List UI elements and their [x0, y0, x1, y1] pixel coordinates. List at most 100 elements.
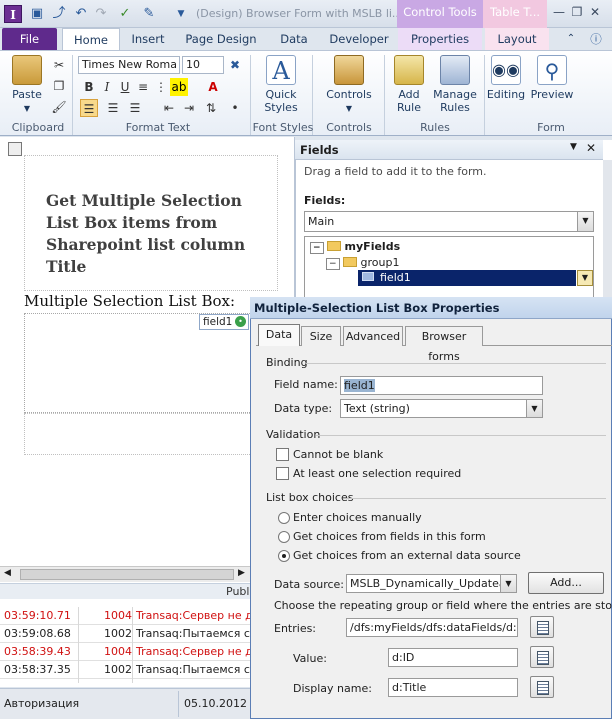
align-center-icon[interactable]: ☰ — [104, 99, 122, 117]
scroll-right-icon[interactable]: ▶ — [238, 568, 245, 578]
external-source-radio[interactable] — [278, 550, 290, 562]
add-data-source-button[interactable]: Add... — [528, 572, 604, 594]
fields-pane-header: Fields — [295, 140, 603, 160]
pane-scroll-gutter — [603, 160, 612, 300]
enter-manually-label: Enter choices manually — [293, 511, 422, 524]
restore-icon[interactable]: ❐ — [568, 5, 586, 19]
tab-data[interactable]: Data — [270, 28, 318, 50]
tab-advanced[interactable]: Advanced — [343, 326, 403, 346]
bold-icon[interactable]: B — [80, 78, 98, 96]
preview-icon: ⚲ — [537, 55, 567, 85]
pane-menu-icon[interactable]: ▼ — [570, 142, 577, 152]
save-icon[interactable]: ▣ — [28, 5, 46, 23]
underline-icon[interactable]: U — [116, 78, 134, 96]
field-name-input[interactable]: field1 — [340, 376, 543, 395]
log-row[interactable]: 03:58:37.35 1002 Transaq:Пытаемся ст — [0, 661, 250, 679]
undo-icon[interactable]: ↶ — [72, 5, 90, 23]
group-label-format-text: Format Text — [125, 121, 191, 134]
table-select-handle[interactable] — [8, 142, 22, 156]
font-size-combo[interactable]: 10 — [182, 56, 224, 74]
editing-button[interactable]: ◉◉ Editing — [486, 55, 526, 101]
numbering-icon[interactable]: ⋮ — [152, 78, 170, 96]
tab-developer[interactable]: Developer — [324, 28, 394, 50]
at-least-one-checkbox[interactable] — [276, 467, 289, 480]
preview-button[interactable]: ⚲ Preview — [528, 55, 576, 101]
log-row[interactable]: 03:58:39.43 1004 Transaq:Сервер не д — [0, 643, 250, 661]
manage-rules-icon — [440, 55, 470, 85]
tab-file[interactable]: File — [2, 28, 57, 50]
paste-button[interactable]: Paste ▼ — [6, 55, 48, 115]
cut-icon[interactable]: ✂ — [50, 56, 68, 74]
control-tools-context-label: Control Tools — [397, 0, 483, 28]
add-rule-button[interactable]: Add Rule — [388, 55, 430, 114]
tab-properties[interactable]: Properties — [398, 28, 482, 50]
data-source-select[interactable]: MSLB_Dynamically_Updateable ▼ — [346, 574, 517, 593]
datasource-dropdown[interactable]: Main ▼ — [304, 211, 594, 232]
external-source-label: Get choices from an external data source — [293, 549, 521, 562]
font-name-combo[interactable]: Times New Roma — [78, 56, 180, 74]
select-xpath-value-icon[interactable] — [530, 646, 554, 668]
tab-home[interactable]: Home — [62, 28, 120, 50]
tab-insert[interactable]: Insert — [124, 28, 172, 50]
decrease-indent-icon[interactable]: ⇤ — [160, 99, 178, 117]
data-type-select[interactable]: Text (string) ▼ — [340, 399, 543, 418]
add-rule-label: Add Rule — [397, 88, 421, 114]
collapse-ribbon-icon[interactable]: ⌃ — [562, 28, 580, 50]
tree-node-field1[interactable]: field1 — [358, 270, 576, 286]
clear-formatting-icon[interactable]: ✖ — [226, 56, 244, 74]
copy-icon[interactable]: ❐ — [50, 77, 68, 95]
redo-icon[interactable]: ↷ — [92, 5, 110, 23]
align-right-icon[interactable]: ☰ — [126, 99, 144, 117]
align-left-icon[interactable]: ☰ — [80, 99, 98, 117]
tab-size[interactable]: Size — [301, 326, 341, 346]
line-spacing-icon[interactable]: ⇅ — [202, 99, 220, 117]
select-xpath-display-icon[interactable] — [530, 676, 554, 698]
tree-node-myfields[interactable]: − myFields — [310, 240, 400, 254]
increase-indent-icon[interactable]: ⇥ — [180, 99, 198, 117]
publish-icon[interactable]: ⤴ — [50, 5, 68, 23]
display-name-input[interactable]: d:Title — [388, 678, 518, 697]
scroll-left-icon[interactable]: ◀ — [4, 568, 11, 578]
paste-label: Paste — [12, 88, 42, 101]
customize-qa-icon[interactable]: ▼ — [172, 5, 190, 23]
select-xpath-entries-icon[interactable] — [530, 616, 554, 638]
font-color-icon[interactable]: A — [204, 78, 222, 96]
cannot-be-blank-checkbox[interactable] — [276, 448, 289, 461]
from-form-fields-radio[interactable] — [278, 531, 290, 543]
group-label-font-styles: Font Styles — [252, 121, 314, 134]
form-title: Get Multiple Selection List Box items fr… — [46, 191, 246, 276]
tab-browser-forms[interactable]: Browser forms — [405, 326, 483, 363]
manage-rules-button[interactable]: Manage Rules — [430, 55, 480, 114]
chevron-down-icon[interactable]: ▼ — [526, 400, 542, 417]
minimize-icon[interactable]: — — [550, 5, 568, 19]
tab-data-props[interactable]: Data — [258, 324, 300, 346]
list-style-icon[interactable]: • — [226, 99, 244, 117]
chevron-down-icon[interactable]: ▼ — [500, 575, 516, 592]
entries-input[interactable]: /dfs:myFields/dfs:dataFields/d:Sha — [346, 618, 518, 637]
pane-close-icon[interactable]: ✕ — [586, 141, 596, 155]
quick-styles-button[interactable]: A Quick Styles — [256, 55, 306, 114]
enter-manually-radio[interactable] — [278, 512, 290, 524]
bullets-icon[interactable]: ≡ — [134, 78, 152, 96]
tab-layout[interactable]: Layout — [485, 28, 549, 50]
highlight-icon[interactable]: ab — [170, 78, 188, 96]
tree-node-group1[interactable]: − group1 — [326, 256, 400, 270]
help-icon[interactable]: ⓘ — [586, 28, 606, 50]
scrollbar-thumb[interactable] — [20, 569, 234, 580]
chevron-down-icon[interactable]: ▼ — [577, 212, 593, 231]
tab-page-design[interactable]: Page Design — [178, 28, 264, 50]
infopath-app-icon[interactable]: I — [4, 5, 22, 23]
controls-button[interactable]: Controls ▼ — [322, 55, 376, 115]
log-row[interactable]: 03:59:10.71 1004 Transaq:Сервер не д — [0, 607, 250, 625]
value-input[interactable]: d:ID — [388, 648, 518, 667]
format-painter-qa-icon[interactable]: ✎ — [140, 5, 158, 23]
field-menu-chevron-icon[interactable]: ▼ — [577, 270, 593, 286]
format-painter-icon[interactable]: 🖌 — [50, 98, 68, 116]
log-row[interactable]: 03:59:08.68 1002 Transaq:Пытаемся ст — [0, 625, 250, 643]
italic-icon[interactable]: I — [98, 78, 116, 96]
window-title: (Design) Browser Form with MSLB li... — [196, 7, 398, 20]
horizontal-scrollbar[interactable]: ◀ ▶ — [0, 566, 250, 582]
group-label-form: Form — [537, 121, 565, 134]
spelling-check-icon[interactable]: ✓ — [116, 5, 134, 23]
close-icon[interactable]: ✕ — [586, 5, 604, 19]
